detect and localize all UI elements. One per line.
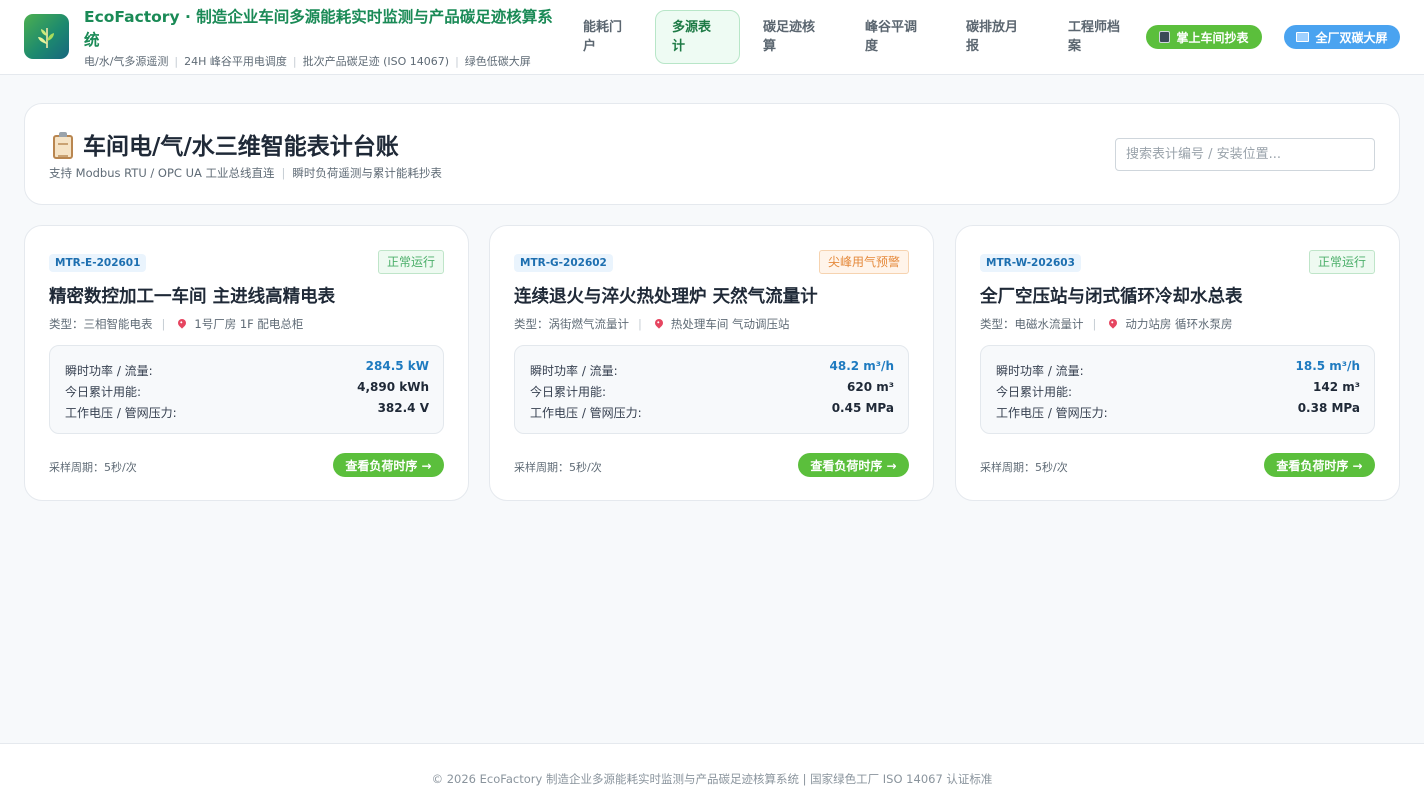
nav-item-portal[interactable]: 能耗门户 [566, 10, 640, 64]
sampling-period: 采样周期：5秒/次 [980, 461, 1068, 474]
app-logo[interactable] [24, 14, 69, 59]
top-header: EcoFactory · 制造企业车间多源能耗实时监测与产品碳足迹核算系统 电/… [0, 0, 1424, 75]
metric-label: 工作电压 / 管网压力: [65, 406, 177, 420]
meter-type: 类型：电磁水流量计 [980, 317, 1084, 331]
metric-value: 4,890 kWh [357, 380, 429, 394]
metric-value: 18.5 m³/h [1295, 359, 1360, 373]
meter-meta: 类型：涡街燃气流量计 | 热处理车间 气动调压站 [514, 317, 790, 331]
metric-row: 瞬时功率 / 流量: 284.5 kW [50, 359, 443, 379]
metric-row: 工作电压 / 管网压力: 382.4 V [50, 401, 443, 421]
metric-row: 今日累计用能: 620 m³ [515, 380, 908, 400]
metric-value: 142 m³ [1313, 380, 1360, 394]
nav-item-peak-valley[interactable]: 峰谷平调度 [848, 10, 936, 64]
sampling-period: 采样周期：5秒/次 [514, 461, 602, 474]
nav-item-meters[interactable]: 多源表计 [655, 10, 740, 64]
metric-value: 0.45 MPa [831, 401, 894, 415]
meter-meta: 类型：电磁水流量计 | 动力站房 循环水泵房 [980, 317, 1233, 331]
metric-label: 今日累计用能: [65, 385, 142, 399]
metric-value: 284.5 kW [365, 359, 429, 373]
metric-label: 今日累计用能: [530, 385, 607, 399]
meter-ledger-panel: 车间电/气/水三维智能表计台账 支持 Modbus RTU / OPC UA 工… [24, 103, 1400, 205]
meter-metrics: 瞬时功率 / 流量: 284.5 kW 今日累计用能: 4,890 kWh 工作… [49, 345, 444, 434]
page-title-text: 车间电/气/水三维智能表计台账 [83, 134, 399, 160]
nav-item-carbon-footprint[interactable]: 碳足迹核算 [746, 10, 834, 64]
dashboard-screen-button[interactable]: 全厂双碳大屏 [1284, 25, 1400, 49]
metric-label: 瞬时功率 / 流量: [996, 364, 1084, 378]
meter-metrics: 瞬时功率 / 流量: 18.5 m³/h 今日累计用能: 142 m³ 工作电压… [980, 345, 1375, 434]
metric-label: 工作电压 / 管网压力: [530, 406, 642, 420]
meter-location: 热处理车间 气动调压站 [670, 317, 790, 331]
meter-title: 精密数控加工一车间 主进线高精电表 [49, 287, 336, 307]
meter-card: MTR-E-202601 正常运行 精密数控加工一车间 主进线高精电表 类型：三… [24, 225, 469, 501]
meter-metrics: 瞬时功率 / 流量: 48.2 m³/h 今日累计用能: 620 m³ 工作电压… [514, 345, 909, 434]
location-pin-icon [653, 317, 665, 329]
metric-value: 0.38 MPa [1297, 401, 1360, 415]
header-tags: 电/水/气多源遥测 | 24H 峰谷平用电调度 | 批次产品碳足迹 (ISO 14067… [84, 55, 531, 68]
meter-type: 类型：三相智能电表 [49, 317, 153, 331]
sampling-period: 采样周期：5秒/次 [49, 461, 137, 474]
view-load-timeseries-button[interactable]: 查看负荷时序 → [798, 453, 909, 477]
clipboard-icon [53, 132, 73, 159]
leaf-icon [37, 27, 54, 48]
metric-row: 今日累计用能: 142 m³ [981, 380, 1374, 400]
meter-card: MTR-W-202603 正常运行 全厂空压站与闭式循环冷却水总表 类型：电磁水… [955, 225, 1400, 501]
subtitle-part: 支持 Modbus RTU / OPC UA 工业总线直连 [49, 166, 275, 180]
metric-row: 工作电压 / 管网压力: 0.38 MPa [981, 401, 1374, 421]
header-tag: 电/水/气多源遥测 [84, 55, 169, 68]
meter-title: 连续退火与淬火热处理炉 天然气流量计 [514, 287, 818, 307]
mobile-reading-button[interactable]: 掌上车间抄表 [1146, 25, 1262, 49]
page-title: 车间电/气/水三维智能表计台账 [53, 132, 399, 162]
meter-search-input[interactable] [1115, 138, 1375, 171]
header-tag: 绿色低碳大屏 [464, 55, 531, 68]
metric-label: 瞬时功率 / 流量: [530, 364, 618, 378]
metric-value: 620 m³ [847, 380, 894, 394]
metric-value: 48.2 m³/h [829, 359, 894, 373]
status-badge: 正常运行 [1308, 250, 1375, 274]
app-title: EcoFactory · 制造企业车间多源能耗实时监测与产品碳足迹核算系统 [84, 8, 553, 49]
status-badge: 尖峰用气预警 [818, 250, 909, 274]
location-pin-icon [176, 317, 189, 329]
subtitle-part: 瞬时负荷遥测与累计能耗抄表 [292, 166, 442, 180]
meter-location: 动力站房 循环水泵房 [1125, 317, 1233, 331]
metric-row: 今日累计用能: 4,890 kWh [50, 380, 443, 400]
metric-label: 今日累计用能: [996, 385, 1073, 399]
phone-icon [1159, 31, 1171, 43]
metric-row: 工作电压 / 管网压力: 0.45 MPa [515, 401, 908, 421]
mobile-reading-label: 掌上车间抄表 [1176, 30, 1249, 45]
metric-label: 工作电压 / 管网压力: [996, 406, 1108, 420]
metric-row: 瞬时功率 / 流量: 18.5 m³/h [981, 359, 1374, 379]
nav-item-emission-report[interactable]: 碳排放月报 [949, 10, 1037, 64]
dashboard-screen-label: 全厂双碳大屏 [1315, 30, 1388, 45]
view-load-timeseries-button[interactable]: 查看负荷时序 → [333, 453, 444, 477]
location-pin-icon [1107, 317, 1120, 329]
view-load-timeseries-button[interactable]: 查看负荷时序 → [1264, 453, 1375, 477]
status-badge: 正常运行 [377, 250, 444, 274]
nav-item-engineer-profile[interactable]: 工程师档案 [1051, 10, 1139, 64]
metric-value: 382.4 V [377, 401, 429, 415]
meter-id-badge: MTR-G-202602 [514, 254, 613, 272]
meter-id-badge: MTR-E-202601 [49, 254, 147, 272]
header-tag: 批次产品碳足迹 (ISO 14067) [302, 55, 450, 68]
meter-title: 全厂空压站与闭式循环冷却水总表 [980, 287, 1243, 307]
meter-location: 1号厂房 1F 配电总柜 [194, 317, 304, 331]
page-subtitle: 支持 Modbus RTU / OPC UA 工业总线直连 | 瞬时负荷遥测与累计能… [49, 166, 442, 180]
header-tag: 24H 峰谷平用电调度 [184, 55, 287, 68]
footer-copyright: © 2026 EcoFactory 制造企业多源能耗实时监测与产品碳足迹核算系统… [431, 772, 993, 786]
meter-type: 类型：涡街燃气流量计 [514, 317, 629, 331]
metric-row: 瞬时功率 / 流量: 48.2 m³/h [515, 359, 908, 379]
meter-card: MTR-G-202602 尖峰用气预警 连续退火与淬火热处理炉 天然气流量计 类… [489, 225, 934, 501]
meter-meta: 类型：三相智能电表 | 1号厂房 1F 配电总柜 [49, 317, 304, 331]
page-footer: © 2026 EcoFactory 制造企业多源能耗实时监测与产品碳足迹核算系统… [0, 743, 1424, 809]
monitor-icon [1296, 32, 1310, 42]
metric-label: 瞬时功率 / 流量: [65, 364, 153, 378]
meter-id-badge: MTR-W-202603 [980, 254, 1081, 272]
